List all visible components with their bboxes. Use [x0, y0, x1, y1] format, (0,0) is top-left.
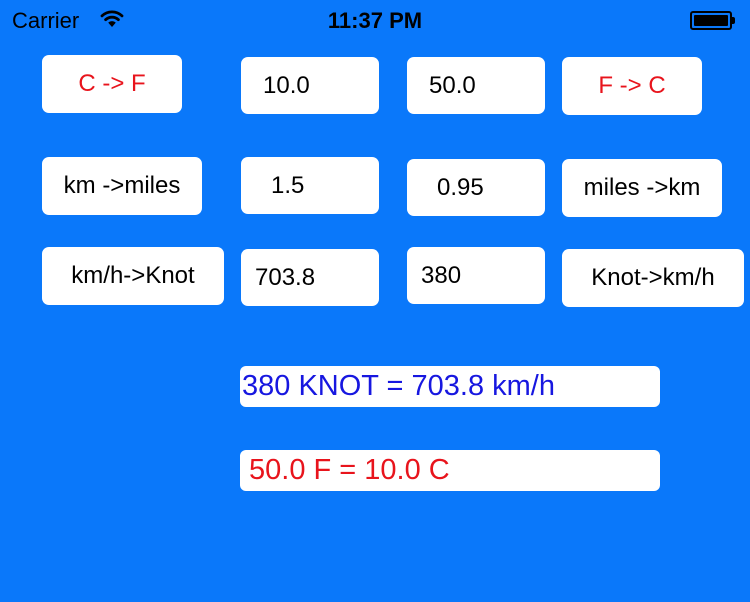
f-to-c-button[interactable]: F -> C [562, 57, 702, 115]
clock: 11:37 PM [327, 8, 423, 33]
kmh-input[interactable]: 703.8 [241, 249, 379, 306]
kmh-to-knot-button[interactable]: km/h->Knot [42, 247, 224, 305]
celsius-input[interactable]: 10.0 [241, 57, 379, 114]
miles-to-km-button[interactable]: miles ->km [562, 159, 722, 217]
km-input[interactable]: 1.5 [241, 157, 379, 214]
miles-input[interactable]: 0.95 [407, 159, 545, 216]
battery-icon [690, 11, 735, 30]
temperature-result-label: 50.0 F = 10.0 C [240, 450, 660, 491]
km-to-miles-button[interactable]: km ->miles [42, 157, 202, 215]
status-bar: Carrier 11:37 PM [0, 0, 750, 40]
knot-input[interactable]: 380 [407, 247, 545, 304]
speed-result-label: 380 KNOT = 703.8 km/h [240, 366, 660, 407]
c-to-f-button[interactable]: C -> F [42, 55, 182, 113]
knot-to-kmh-button[interactable]: Knot->km/h [562, 249, 744, 307]
fahrenheit-input[interactable]: 50.0 [407, 57, 545, 114]
